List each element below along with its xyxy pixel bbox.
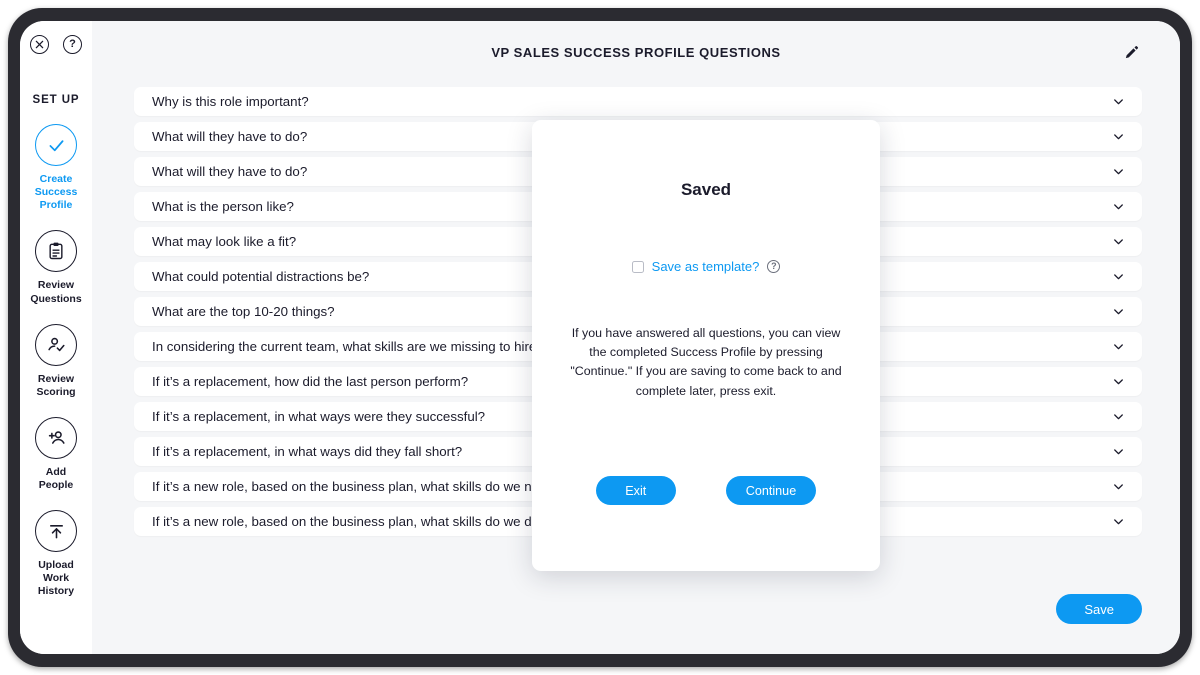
chevron-down-icon[interactable] [1111,409,1126,424]
save-bar: Save [1056,594,1142,624]
chevron-down-icon[interactable] [1111,199,1126,214]
sidebar: ? SET UP Create Success Profile Review Que [20,21,92,654]
chevron-down-icon[interactable] [1111,129,1126,144]
sidebar-item-label: Upload Work History [37,559,75,598]
modal-title: Saved [680,180,732,199]
chevron-down-icon[interactable] [1111,234,1126,249]
person-check-icon [35,323,77,366]
main-content: VP SALES SUCCESS PROFILE QUESTIONS Why i… [92,21,1180,654]
exit-button[interactable]: Exit [595,476,676,505]
sidebar-item-add-people[interactable]: Add People [20,416,92,492]
person-add-icon [35,416,77,459]
upload-icon [35,510,77,553]
modal-actions: Exit Continue [595,476,817,505]
chevron-down-icon[interactable] [1111,269,1126,284]
sidebar-section-label: SET UP [32,94,80,106]
sidebar-item-label: Create Success Profile [34,173,78,212]
page-title: VP SALES SUCCESS PROFILE QUESTIONS [491,44,781,60]
chevron-down-icon[interactable] [1111,444,1126,459]
close-icon[interactable] [30,35,49,54]
help-icon[interactable]: ? [767,260,781,273]
chevron-down-icon[interactable] [1111,304,1126,319]
save-button[interactable]: Save [1056,594,1142,624]
chevron-down-icon[interactable] [1111,374,1126,389]
sidebar-item-create-success-profile[interactable]: Create Success Profile [20,124,92,212]
screen: ? SET UP Create Success Profile Review Que [20,21,1180,654]
clipboard-icon [35,230,77,273]
sidebar-item-label: Review Questions [30,279,82,305]
tablet-frame: ? SET UP Create Success Profile Review Que [8,8,1192,667]
chevron-down-icon[interactable] [1111,94,1126,109]
content-header: VP SALES SUCCESS PROFILE QUESTIONS [92,21,1180,83]
help-icon[interactable]: ? [63,35,82,54]
chevron-down-icon[interactable] [1111,479,1126,494]
chevron-down-icon[interactable] [1111,164,1126,179]
window-controls: ? [20,31,92,54]
save-as-template-checkbox[interactable] [631,260,644,273]
save-as-template-label[interactable]: Save as template? [652,259,760,274]
check-circle-icon [35,124,77,166]
sidebar-item-upload-work-history[interactable]: Upload Work History [20,510,92,598]
question-text: Why is this role important? [152,94,309,109]
sidebar-item-review-scoring[interactable]: Review Scoring [20,323,92,399]
continue-button[interactable]: Continue [725,476,817,505]
sidebar-item-review-questions[interactable]: Review Questions [20,230,92,305]
saved-modal: Saved Save as template? ? If you have an… [532,120,880,571]
pencil-icon[interactable] [1120,41,1142,63]
modal-body-text: If you have answered all questions, you … [570,326,842,398]
save-as-template-row: Save as template? ? [631,259,781,274]
sidebar-item-label: Review Scoring [36,372,76,398]
chevron-down-icon[interactable] [1111,339,1126,354]
sidebar-item-label: Add People [38,465,74,491]
chevron-down-icon[interactable] [1111,514,1126,529]
question-row[interactable]: Why is this role important? [134,87,1142,116]
